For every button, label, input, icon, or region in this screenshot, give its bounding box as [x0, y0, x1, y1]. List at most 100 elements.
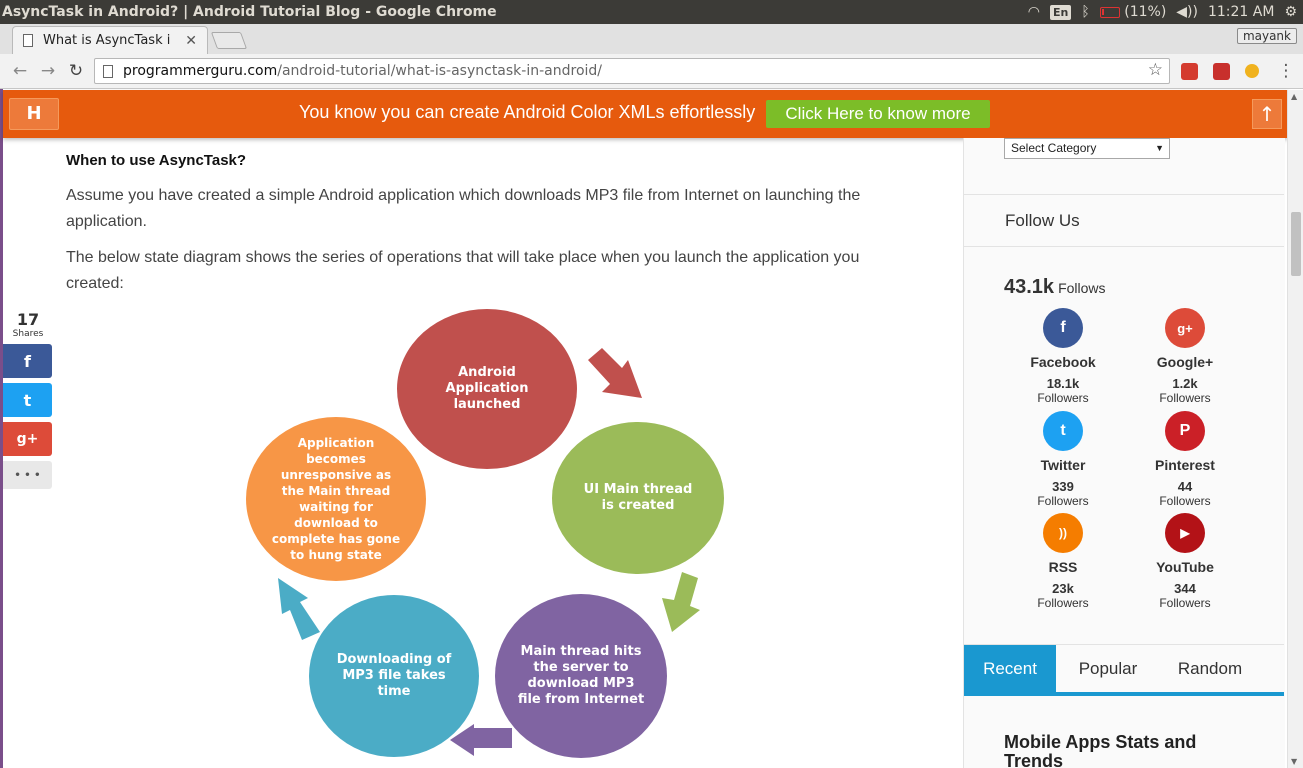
step-launch: Android Application launched	[397, 309, 577, 469]
network-label: Followers	[1159, 494, 1211, 508]
page-scrollbar[interactable]: ▲ ▼	[1287, 90, 1303, 768]
widget-title[interactable]: Mobile Apps Stats and Trends	[1004, 733, 1244, 768]
tab-title: What is AsyncTask i	[43, 33, 171, 48]
back-arrow-icon[interactable]: ←	[10, 61, 30, 81]
promo-cta-button[interactable]: Click Here to know more	[766, 100, 990, 128]
divider	[964, 194, 1284, 195]
address-bar[interactable]: programmerguru.com/android-tutorial/what…	[94, 58, 1170, 84]
scrollbar-thumb[interactable]	[1291, 212, 1301, 276]
os-top-panel: AsyncTask in Android? | Android Tutorial…	[0, 0, 1303, 24]
network-twitter[interactable]: t Twitter 339 Followers	[1008, 411, 1118, 508]
paragraph-1: Assume you have created a simple Android…	[66, 187, 861, 230]
section-heading: When to use AsyncTask?	[66, 152, 247, 169]
share-more-button[interactable]: • • •	[3, 461, 52, 489]
system-tray: ◠ En ᛒ (11%) ◀)) 11:21 AM ⚙	[1028, 0, 1303, 24]
network-label: Followers	[1037, 494, 1089, 508]
scroll-top-arrow-icon[interactable]: ↑	[1252, 99, 1282, 129]
reload-icon[interactable]: ↻	[66, 61, 86, 81]
scroll-down-arrow-icon[interactable]: ▼	[1291, 757, 1297, 766]
network-name: Twitter	[1040, 457, 1086, 473]
facebook-icon: f	[24, 351, 31, 371]
volume-icon[interactable]: ◀))	[1176, 4, 1198, 20]
arrow-1-2	[588, 348, 642, 398]
follows-total: 43.1k Follows	[1004, 276, 1106, 299]
network-pinterest[interactable]: P Pinterest 44 Followers	[1130, 411, 1240, 508]
follows-total-count: 43.1k	[1004, 276, 1055, 298]
network-name: Google+	[1156, 354, 1214, 370]
gear-icon[interactable]: ⚙	[1284, 4, 1297, 20]
follows-total-label: Follows	[1058, 280, 1106, 296]
acrobat-extension-icon[interactable]	[1213, 63, 1230, 80]
share-facebook-button[interactable]: f	[3, 344, 52, 378]
arrow-4-5	[278, 578, 320, 640]
network-name: RSS	[1048, 559, 1078, 575]
network-youtube[interactable]: ▶ YouTube 344 Followers	[1130, 513, 1240, 610]
promo-text: You know you can create Android Color XM…	[299, 102, 756, 122]
category-select[interactable]: Select Category ▼	[1004, 138, 1170, 159]
network-count: 339	[1052, 479, 1074, 494]
share-count-label: Shares	[12, 329, 44, 339]
network-label: Followers	[1037, 391, 1089, 405]
bluetooth-icon[interactable]: ᛒ	[1081, 4, 1089, 20]
scroll-up-arrow-icon[interactable]: ▲	[1291, 92, 1297, 101]
tab-strip: What is AsyncTask i ✕ mayank	[0, 24, 1303, 54]
adblock-icon[interactable]	[1181, 63, 1198, 80]
posts-tabs: Recent Popular Random	[964, 645, 1284, 696]
tab-popular[interactable]: Popular	[1056, 645, 1160, 692]
bookmark-star-icon[interactable]: ☆	[1148, 60, 1163, 80]
page-info-icon[interactable]	[103, 64, 113, 78]
rss-icon: ))	[1043, 513, 1083, 553]
step-hits-server: Main thread hits the server to download …	[495, 594, 667, 758]
window-title: AsyncTask in Android? | Android Tutorial…	[2, 4, 497, 20]
sidebar: Select Category ▼ Follow Us 43.1k Follows…	[963, 138, 1285, 768]
arrow-2-3	[662, 572, 700, 632]
divider	[964, 246, 1284, 247]
wifi-icon[interactable]: ◠	[1028, 4, 1040, 20]
network-name: YouTube	[1156, 559, 1214, 575]
browser-tab[interactable]: What is AsyncTask i ✕	[12, 26, 208, 54]
google-plus-icon: g+	[16, 431, 39, 447]
network-label: Followers	[1159, 596, 1211, 610]
twitter-icon: t	[23, 390, 32, 410]
step-downloading: Downloading of MP3 file takes time	[309, 595, 479, 757]
profile-button[interactable]: mayank	[1236, 28, 1297, 44]
youtube-icon: ▶	[1165, 513, 1205, 553]
network-rss[interactable]: )) RSS 23k Followers	[1008, 513, 1118, 610]
network-name: Facebook	[1030, 354, 1096, 370]
new-tab-button[interactable]	[210, 32, 248, 49]
tab-recent[interactable]: Recent	[964, 645, 1056, 692]
site-logo-icon[interactable]: H	[9, 98, 59, 130]
close-tab-icon[interactable]: ✕	[185, 33, 197, 49]
chevron-down-icon: ▼	[1155, 143, 1164, 153]
browser-toolbar: ← → ↻ programmerguru.com/android-tutoria…	[0, 54, 1303, 89]
battery-icon	[1099, 6, 1120, 18]
network-google-plus[interactable]: g+ Google+ 1.2k Followers	[1130, 308, 1240, 405]
share-bar: 17 Shares f t g+ • • •	[3, 310, 53, 489]
clock[interactable]: 11:21 AM	[1208, 4, 1274, 20]
network-facebook[interactable]: f Facebook 18.1k Followers	[1008, 308, 1118, 405]
battery-indicator[interactable]: (11%)	[1099, 4, 1166, 20]
network-label: Followers	[1159, 391, 1211, 405]
page-icon	[23, 34, 33, 47]
network-label: Followers	[1037, 596, 1089, 610]
facebook-icon: f	[1043, 308, 1083, 348]
share-count: 17 Shares	[3, 310, 53, 339]
url-domain: programmerguru.com	[123, 63, 278, 79]
share-google-plus-button[interactable]: g+	[3, 422, 52, 456]
network-count: 23k	[1052, 581, 1074, 596]
arrow-3-4	[450, 724, 512, 756]
menu-kebab-icon[interactable]: ⋮	[1276, 61, 1296, 81]
paragraph-2: The below state diagram shows the series…	[66, 249, 860, 292]
network-count: 344	[1174, 581, 1196, 596]
share-twitter-button[interactable]: t	[3, 383, 52, 417]
step-hung-state: Application becomes unresponsive as the …	[246, 417, 426, 581]
forward-arrow-icon[interactable]: →	[38, 61, 58, 81]
screen: AsyncTask in Android? | Android Tutorial…	[0, 0, 1303, 768]
twitter-icon: t	[1043, 411, 1083, 451]
state-diagram: Android Application launched UI Main thr…	[230, 300, 750, 768]
url-path: /android-tutorial/what-is-asynctask-in-a…	[277, 63, 602, 79]
keyboard-language[interactable]: En	[1050, 4, 1072, 20]
extension-cube-icon[interactable]	[1245, 64, 1259, 78]
tab-random[interactable]: Random	[1160, 645, 1260, 692]
pinterest-icon: P	[1165, 411, 1205, 451]
